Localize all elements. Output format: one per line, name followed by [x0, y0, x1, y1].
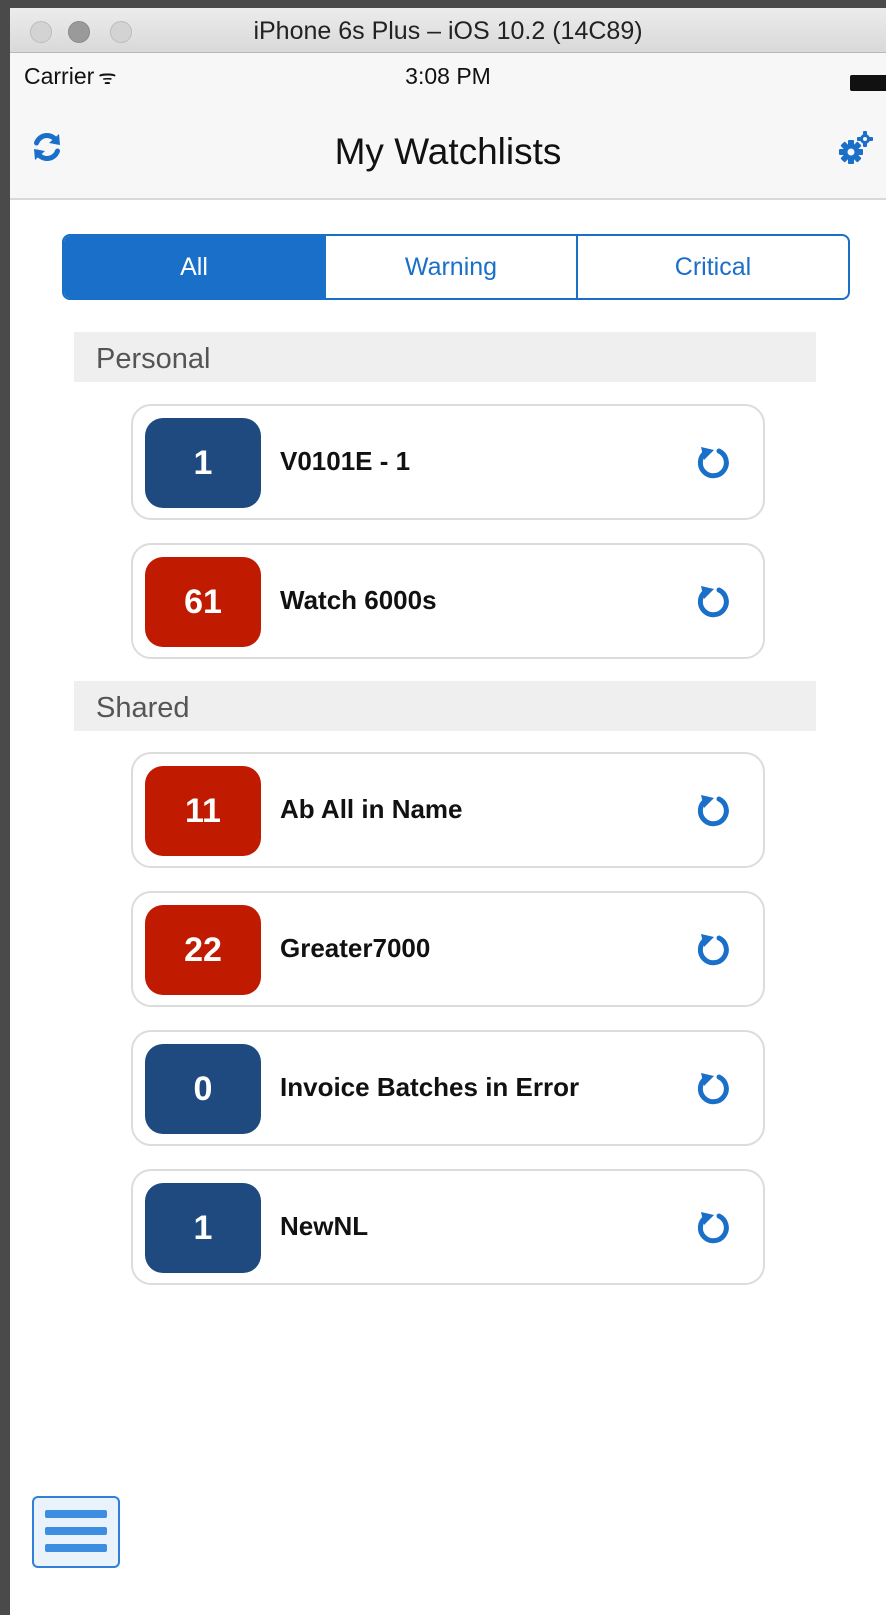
count-badge: 0 [145, 1044, 261, 1134]
watchlist-card[interactable]: 0 Invoice Batches in Error [131, 1030, 765, 1146]
filter-segmented-control: All Warning Critical [62, 234, 850, 300]
section-title: Personal [96, 343, 211, 375]
count-badge: 1 [145, 1183, 261, 1273]
watchlist-card[interactable]: 1 V0101E - 1 [131, 404, 765, 520]
watchlist-name: Watch 6000s [280, 585, 437, 615]
status-bar: Carrier ᯤ 3:08 PM [10, 53, 886, 98]
watchlist-card[interactable]: 22 Greater7000 [131, 891, 765, 1007]
page-title: My Watchlists [334, 131, 562, 172]
reload-icon[interactable] [697, 446, 731, 480]
menu-bar [45, 1544, 107, 1552]
reload-icon[interactable] [697, 794, 731, 828]
simulator-window: iPhone 6s Plus – iOS 10.2 (14C89) Carrie… [10, 8, 886, 1615]
reload-icon[interactable] [697, 933, 731, 967]
status-time: 3:08 PM [405, 63, 491, 89]
section-header-personal: Personal [74, 332, 816, 382]
battery-icon [850, 75, 886, 91]
reload-icon[interactable] [697, 585, 731, 619]
gears-icon[interactable] [837, 130, 875, 166]
reload-icon[interactable] [697, 1211, 731, 1245]
watchlist-name: V0101E - 1 [280, 446, 411, 476]
nav-bar: My Watchlists [10, 98, 886, 200]
watchlist-name: Ab All in Name [280, 794, 463, 824]
menu-bar [45, 1510, 107, 1518]
watchlist-name: Invoice Batches in Error [280, 1072, 580, 1102]
hamburger-menu-icon[interactable] [32, 1496, 120, 1568]
watchlist-card[interactable]: 1 NewNL [131, 1169, 765, 1285]
section-title: Shared [96, 692, 190, 724]
window-titlebar: iPhone 6s Plus – iOS 10.2 (14C89) [10, 8, 886, 53]
reload-icon[interactable] [697, 1072, 731, 1106]
watchlist-card[interactable]: 11 Ab All in Name [131, 752, 765, 868]
segment-warning[interactable]: Warning [324, 236, 576, 298]
segment-critical[interactable]: Critical [576, 236, 848, 298]
count-badge: 61 [145, 557, 261, 647]
menu-bar [45, 1527, 107, 1535]
window-title: iPhone 6s Plus – iOS 10.2 (14C89) [253, 17, 643, 45]
section-header-shared: Shared [74, 681, 816, 731]
count-badge: 1 [145, 418, 261, 508]
watchlist-card[interactable]: 61 Watch 6000s [131, 543, 765, 659]
watchlist-name: NewNL [280, 1211, 369, 1241]
count-badge: 11 [145, 766, 261, 856]
segment-all[interactable]: All [64, 236, 324, 298]
watchlist-name: Greater7000 [280, 933, 431, 963]
count-badge: 22 [145, 905, 261, 995]
